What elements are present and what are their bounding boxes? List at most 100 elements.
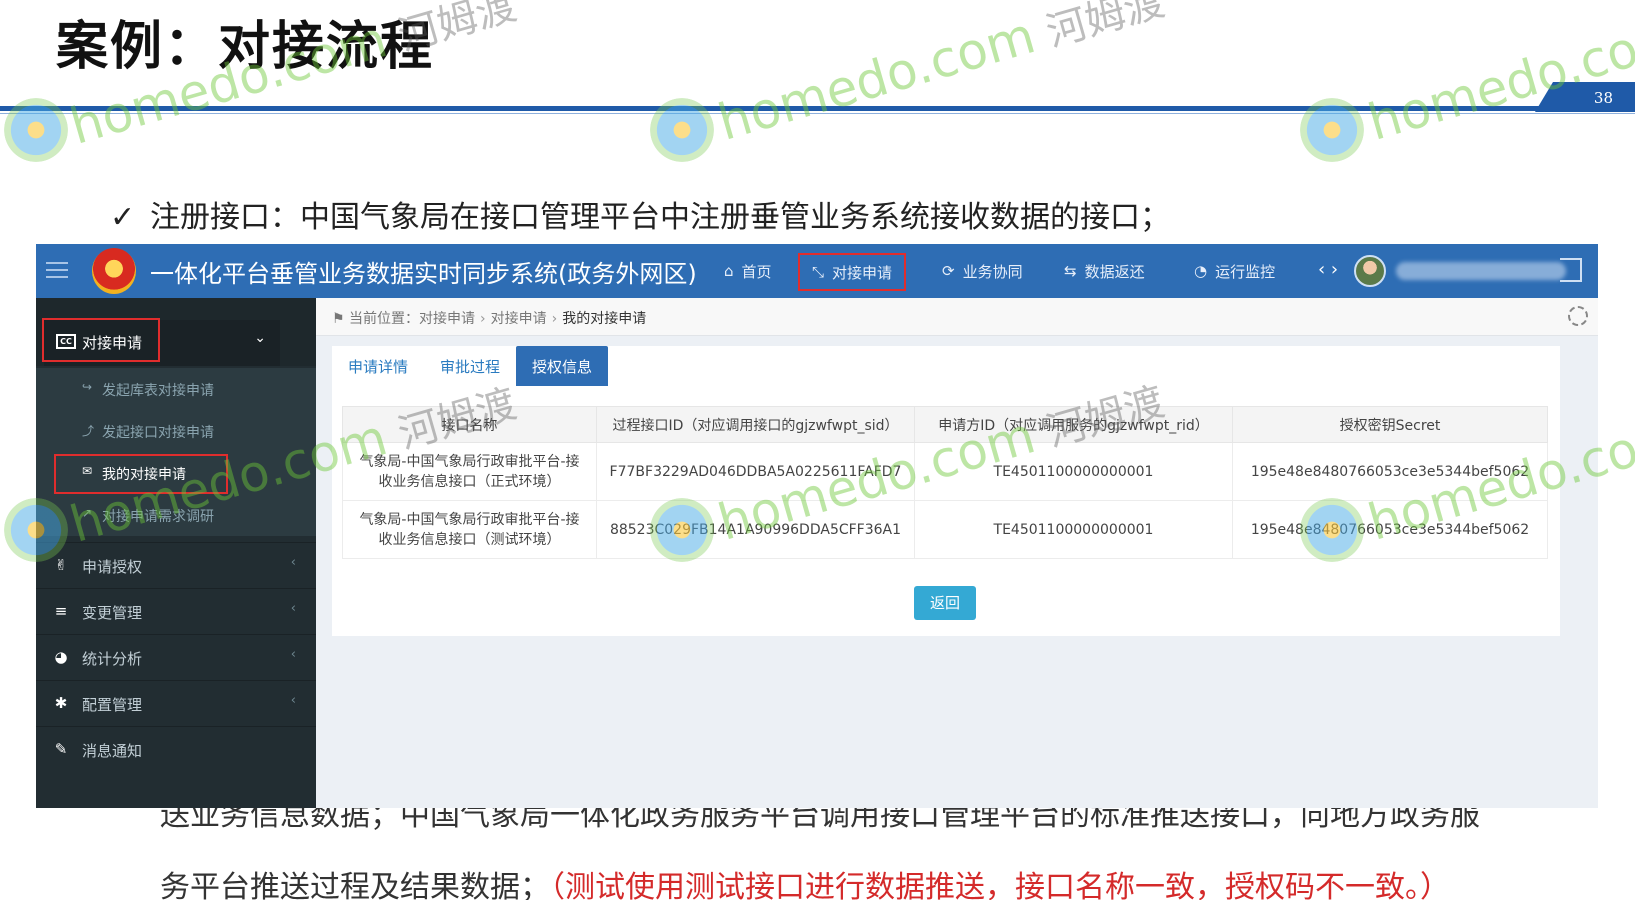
slide-title: 案例：对接流程 bbox=[56, 17, 435, 77]
nav-scroll-arrows-icon[interactable]: ‹ › bbox=[1318, 259, 1338, 280]
col-header-requester-id: 申请方ID（对应调用服务的gjzwfwpt_rid） bbox=[914, 406, 1233, 443]
sub-label: 发起接口对接申请 bbox=[102, 425, 214, 441]
sub-label: 发起库表对接申请 bbox=[102, 383, 214, 399]
content-panel: 申请详情 审批过程 授权信息 接口名称 过程接口ID（对应调用接口的gjzwfw… bbox=[332, 346, 1560, 636]
sidebar: CC 对接申请 ⌄ ↪ 发起库表对接申请 ⤴ 发起接口对接申请 ✉ 我的对接申请… bbox=[36, 298, 316, 808]
sidebar-item-change[interactable]: ≡ 变更管理 ‹ bbox=[36, 588, 316, 634]
cell-secret: 195e48e8480766053ce3e5344bef5062 bbox=[1232, 500, 1548, 559]
exchange-icon: ⇆ bbox=[1064, 262, 1077, 280]
cell-interface-name: 气象局-中国气象局行政审批平台-接收业务信息接口（正式环境） bbox=[342, 442, 597, 501]
breadcrumb-bar: ⚑ 当前位置：对接申请 › 对接申请 › 我的对接申请 bbox=[316, 298, 1598, 336]
menu-toggle-icon[interactable] bbox=[46, 257, 68, 285]
body-line-2-text: 务平台推送过程及结果数据； bbox=[160, 870, 550, 900]
item-label: 消息通知 bbox=[82, 742, 143, 760]
breadcrumb-current: 我的对接申请 bbox=[562, 311, 647, 327]
chevron-left-icon: ‹ bbox=[290, 601, 296, 616]
table-row: 气象局-中国气象局行政审批平台-接收业务信息接口（测试环境） 88523C029… bbox=[342, 500, 1548, 559]
rss-icon: ◔ bbox=[1194, 262, 1208, 280]
nav-docking-application[interactable]: ⤡ 对接申请 bbox=[798, 253, 907, 291]
sidebar-item-config[interactable]: ✱ 配置管理 ‹ bbox=[36, 680, 316, 726]
col-header-secret: 授权密钥Secret bbox=[1232, 406, 1548, 443]
watermark: homedo.com河姆渡 bbox=[712, 0, 1170, 152]
nav-collaboration[interactable]: ⟳ 业务协同 bbox=[942, 244, 1023, 298]
cell-interface-name: 气象局-中国气象局行政审批平台-接收业务信息接口（测试环境） bbox=[342, 500, 597, 559]
body-line-2: 务平台推送过程及结果数据；（测试使用测试接口进行数据推送，接口名称一致，授权码不… bbox=[160, 862, 1450, 900]
chevron-left-icon: ‹ bbox=[290, 693, 296, 708]
cell-requester-id: TE4501100000000001 bbox=[914, 500, 1233, 559]
col-header-process-id: 过程接口ID（对应调用接口的gjzwfwpt_sid） bbox=[596, 406, 915, 443]
breadcrumb-item[interactable]: 对接申请 bbox=[419, 311, 475, 327]
cog-icon: ✱ bbox=[54, 694, 68, 712]
item-label: 配置管理 bbox=[82, 696, 143, 714]
nav-monitoring-label: 运行监控 bbox=[1215, 262, 1276, 281]
breadcrumb-sep: › bbox=[551, 311, 558, 327]
sub-label: 对接申请需求调研 bbox=[102, 509, 214, 525]
nav-monitoring[interactable]: ◔ 运行监控 bbox=[1194, 244, 1275, 298]
tab-approval-process[interactable]: 审批过程 bbox=[424, 346, 516, 386]
nav-data-return[interactable]: ⇆ 数据返还 bbox=[1064, 244, 1145, 298]
cell-process-id: 88523C029FB14A1A90996DDA5CFF36A1 bbox=[596, 500, 915, 559]
watermark-latin: homedo.com bbox=[1362, 6, 1635, 152]
app-title: 一体化平台垂管业务数据实时同步系统(政务外网区) bbox=[150, 260, 697, 288]
tab-authorization-info[interactable]: 授权信息 bbox=[516, 346, 609, 386]
watermark-latin: homedo.com bbox=[712, 6, 1042, 152]
col-header-name: 接口名称 bbox=[342, 406, 597, 443]
check-icon: ✓ bbox=[110, 200, 136, 235]
cell-requester-id: TE4501100000000001 bbox=[914, 442, 1233, 501]
logout-icon[interactable] bbox=[1560, 258, 1582, 282]
breadcrumb-sep: › bbox=[480, 311, 486, 327]
nav-home[interactable]: ⌂ 首页 bbox=[724, 244, 772, 298]
refresh-icon: ⟳ bbox=[942, 262, 955, 280]
authorization-table: 接口名称 过程接口ID（对应调用接口的gjzwfwpt_sid） 申请方ID（对… bbox=[342, 406, 1548, 559]
breadcrumb: ⚑ 当前位置：对接申请 › 对接申请 › 我的对接申请 bbox=[332, 308, 646, 328]
gear-icon[interactable] bbox=[1568, 306, 1588, 326]
nav-data-return-label: 数据返还 bbox=[1084, 262, 1145, 281]
national-emblem-logo bbox=[92, 248, 136, 294]
highlight-box-sub bbox=[54, 454, 228, 494]
app-window: 一体化平台垂管业务数据实时同步系统(政务外网区) ⌂ 首页 ⤡ 对接申请 ⟳ 业务协同… bbox=[36, 244, 1598, 808]
sidebar-sub-my-applications[interactable]: ✉ 我的对接申请 bbox=[36, 452, 316, 494]
chevron-down-icon: ⌄ bbox=[254, 330, 266, 346]
chevron-left-icon: ‹ bbox=[290, 647, 296, 662]
compress-icon: ⤡ bbox=[812, 263, 825, 281]
table-row: 气象局-中国气象局行政审批平台-接收业务信息接口（正式环境） F77BF3229… bbox=[342, 442, 1548, 501]
sign-in-icon: ↪ bbox=[82, 380, 93, 394]
breadcrumb-item[interactable]: 对接申请 bbox=[491, 311, 547, 327]
sidebar-sub-api-docking[interactable]: ⤴ 发起接口对接申请 bbox=[36, 410, 316, 452]
back-button[interactable]: 返回 bbox=[914, 586, 976, 620]
sidebar-item-statistics[interactable]: ◕ 统计分析 ‹ bbox=[36, 634, 316, 680]
pie-chart-icon: ◕ bbox=[54, 648, 68, 666]
level-up-icon: ⤴ bbox=[82, 424, 95, 438]
bullet-line: ✓ 注册接口：中国气象局在接口管理平台中注册垂管业务系统接收数据的接口； bbox=[110, 192, 1170, 236]
watermark: homedo.com bbox=[1362, 6, 1635, 152]
watermark-cn: 河姆渡 bbox=[1041, 0, 1170, 57]
title-rule bbox=[0, 106, 1635, 111]
bell-slash-icon: ✎ bbox=[54, 740, 68, 758]
breadcrumb-prefix: 当前位置： bbox=[349, 311, 420, 327]
sidebar-item-notification[interactable]: ✎ 消息通知 bbox=[36, 726, 316, 772]
table-header-row: 接口名称 过程接口ID（对应调用接口的gjzwfwpt_sid） 申请方ID（对… bbox=[342, 406, 1548, 443]
nav-docking-label: 对接申请 bbox=[832, 263, 893, 282]
item-label: 统计分析 bbox=[82, 650, 143, 668]
external-link-icon: ↗ bbox=[82, 506, 93, 520]
sidebar-sub-survey[interactable]: ↗ 对接申请需求调研 bbox=[36, 494, 316, 536]
user-avatar[interactable] bbox=[1354, 255, 1386, 287]
chevron-left-icon: ‹ bbox=[290, 555, 296, 570]
body-line-2-note: （测试使用测试接口进行数据推送，接口名称一致，授权码不一致。） bbox=[550, 870, 1450, 900]
highlight-box-section bbox=[42, 318, 160, 362]
title-rule-thin bbox=[0, 113, 1635, 114]
item-label: 申请授权 bbox=[82, 558, 143, 576]
page-number: 38 bbox=[1535, 82, 1635, 112]
sidebar-sub-table-docking[interactable]: ↪ 发起库表对接申请 bbox=[36, 368, 316, 410]
nav-home-label: 首页 bbox=[741, 262, 772, 281]
tab-application-details[interactable]: 申请详情 bbox=[332, 346, 424, 386]
home-icon: ⌂ bbox=[724, 262, 734, 280]
user-name-redacted bbox=[1396, 262, 1566, 280]
list-icon: ≡ bbox=[54, 602, 68, 620]
sidebar-item-authorization[interactable]: ✌ 申请授权 ‹ bbox=[36, 542, 316, 588]
peace-hand-icon: ✌ bbox=[54, 556, 68, 574]
item-label: 变更管理 bbox=[82, 604, 143, 622]
nav-collaboration-label: 业务协同 bbox=[962, 262, 1023, 281]
bullet-text: 注册接口：中国气象局在接口管理平台中注册垂管业务系统接收数据的接口； bbox=[150, 200, 1170, 235]
cell-secret: 195e48e8480766053ce3e5344bef5062 bbox=[1232, 442, 1548, 501]
